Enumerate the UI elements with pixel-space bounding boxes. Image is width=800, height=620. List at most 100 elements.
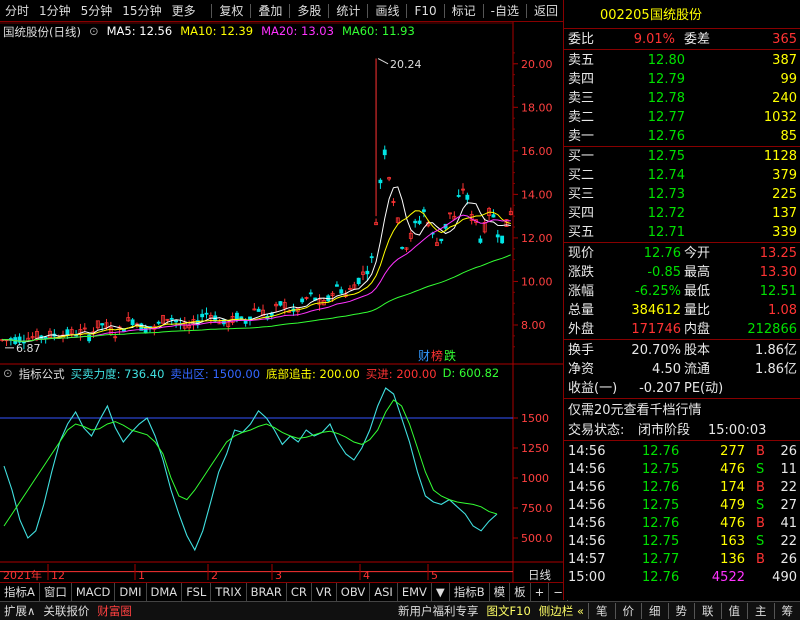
candle-body <box>235 312 239 320</box>
ask-price: 12.77 <box>647 110 685 125</box>
badge-1[interactable]: 榜 <box>431 347 443 364</box>
candle-body <box>278 301 283 306</box>
tool-6[interactable]: 标记 <box>447 2 481 19</box>
ask-0: 卖五 12.80 387 <box>564 51 800 70</box>
indicator-name[interactable]: 指标公式 <box>19 366 65 382</box>
candle-body <box>491 214 496 218</box>
indicator-tab-8[interactable]: CR <box>287 582 312 601</box>
bid-price: 12.74 <box>647 168 685 183</box>
candle-body <box>256 308 261 312</box>
event-badges: 财榜跌 <box>418 347 456 364</box>
panel-tab-3[interactable]: 势 <box>667 603 695 619</box>
promo-link[interactable]: 新用户福利专享 <box>394 603 483 619</box>
divider <box>564 28 800 29</box>
candle-body <box>421 209 426 212</box>
indicator-tab-5[interactable]: FSL <box>182 582 212 601</box>
ma60-line <box>2 254 511 342</box>
tick-volume: 4522 <box>711 570 745 585</box>
ask-2: 卖三 12.78 240 <box>564 89 800 108</box>
indicator-tab-10[interactable]: OBV <box>337 582 371 601</box>
indicator-tab-15[interactable]: 模 <box>490 582 511 601</box>
stat2-2: 收益(一) -0.207 PE(动) <box>564 379 800 398</box>
indicator-tab-3[interactable]: DMI <box>115 582 147 601</box>
toolbar-divider <box>250 3 252 18</box>
stat-value: 1.86亿 <box>755 343 797 358</box>
indicator-param-3: 买进: 200.00 <box>365 367 437 381</box>
candle-body <box>43 336 48 339</box>
stat-label: 涨跌 <box>568 265 595 280</box>
period-2[interactable]: 5分钟 <box>76 2 118 19</box>
kline-chart[interactable]: 20.246.87 20.0018.0016.0014.0012.0010.00… <box>0 22 563 597</box>
tick-1: 14:56 12.75 476 S 11 <box>564 460 800 479</box>
settings-icon[interactable]: ⊙ <box>89 24 99 40</box>
indicator-tab-9[interactable]: VR <box>312 582 337 601</box>
tool-0[interactable]: 复权 <box>214 2 248 19</box>
period-1[interactable]: 1分钟 <box>34 2 76 19</box>
period-4[interactable]: 更多 <box>167 2 201 19</box>
panel-tab-6[interactable]: 主 <box>747 603 774 619</box>
tool-5[interactable]: F10 <box>409 4 441 18</box>
ask-price: 12.78 <box>647 91 685 106</box>
indicator-tab-14[interactable]: 指标B <box>450 582 490 601</box>
candle-body <box>204 312 209 315</box>
indicator-tab-1[interactable]: 窗口 <box>40 582 72 601</box>
panel-tab-7[interactable]: 筹 <box>773 603 800 619</box>
trade-state-row: 交易状态: 闭市阶段 15:00:03 <box>564 421 800 440</box>
candle-body <box>169 317 174 320</box>
period-3[interactable]: 15分钟 <box>117 2 166 19</box>
panel-tab-1[interactable]: 价 <box>614 603 642 619</box>
tick-7: 15:00 12.76 4522 490 <box>564 568 800 587</box>
tool-3[interactable]: 统计 <box>331 2 365 19</box>
indicator-legend: ⊙ 指标公式 买卖力度: 736.40 卖出区: 1500.00 底部追击: 200… <box>3 366 499 382</box>
panel-tab-2[interactable]: 细 <box>641 603 668 619</box>
price-axis: 20.00 18.00 16.00 14.00 12.00 10.00 8.00 <box>513 52 553 348</box>
tick-count: 490 <box>772 570 797 585</box>
label: 委比 <box>568 32 595 47</box>
indicator-collapse-icon[interactable]: ⊙ <box>3 366 13 382</box>
tick-price: 12.76 <box>642 480 680 495</box>
stat-label: 最低 <box>684 284 711 299</box>
indicator-tab-13[interactable]: ▼ <box>432 582 450 601</box>
high-pointer <box>377 58 389 65</box>
tool-8[interactable]: 返回 <box>529 2 563 19</box>
status-left-2[interactable]: 财富圈 <box>93 603 136 619</box>
tick-time: 14:56 <box>568 444 606 459</box>
ma-label-3: MA60: 11.93 <box>341 24 415 38</box>
tick-price: 12.76 <box>642 570 680 585</box>
promo-row[interactable]: 仅需20元查看千档行情 <box>564 401 800 420</box>
indicator-tick-label: 500.0 <box>521 532 553 545</box>
badge-2[interactable]: 跌 <box>444 347 456 364</box>
indicator-tab-4[interactable]: DMA <box>147 582 183 601</box>
period-toolbar: 分时 1分钟 5分钟 15分钟 更多 复权 叠加 多股 统计 画线 F10 标记 -自选 返回 <box>0 0 563 22</box>
badge-0[interactable]: 财 <box>418 347 430 364</box>
stat-label: PE(动) <box>684 381 724 396</box>
ask-label: 卖一 <box>568 129 595 144</box>
status-left-1[interactable]: 关联报价 <box>39 603 93 619</box>
sidebar-toggle[interactable]: 侧边栏 « <box>535 603 588 619</box>
month-label: 2 <box>211 569 218 582</box>
f10-link[interactable]: 图文F10 <box>483 603 535 619</box>
tool-4[interactable]: 画线 <box>370 2 404 19</box>
panel-tab-0[interactable]: 笔 <box>588 603 615 619</box>
stock-code: 002205 <box>600 8 650 23</box>
tool-7[interactable]: -自选 <box>486 2 524 19</box>
indicator-tab-2[interactable]: MACD <box>72 582 116 601</box>
indicator-tab-6[interactable]: TRIX <box>211 582 247 601</box>
status-left-0[interactable]: 扩展∧ <box>0 603 39 619</box>
tool-1[interactable]: 叠加 <box>253 2 287 19</box>
tick-volume: 277 <box>720 444 745 459</box>
d-line <box>3 399 498 527</box>
indicator-tab-12[interactable]: EMV <box>398 582 432 601</box>
tool-2[interactable]: 多股 <box>292 2 326 19</box>
indicator-tab-17[interactable]: + <box>531 582 550 601</box>
panel-tab-5[interactable]: 值 <box>720 603 748 619</box>
panel-tab-4[interactable]: 联 <box>694 603 721 619</box>
indicator-tab-16[interactable]: 板 <box>510 582 531 601</box>
indicator-param-4: D: 600.82 <box>442 366 500 380</box>
indicator-tab-0[interactable]: 指标A <box>0 582 40 601</box>
indicator-tab-7[interactable]: BRAR <box>247 582 287 601</box>
indicator-tab-11[interactable]: ASI <box>370 582 398 601</box>
stat-value: 384612 <box>631 303 681 318</box>
period-0[interactable]: 分时 <box>0 2 34 19</box>
ask-volume: 240 <box>772 91 797 106</box>
